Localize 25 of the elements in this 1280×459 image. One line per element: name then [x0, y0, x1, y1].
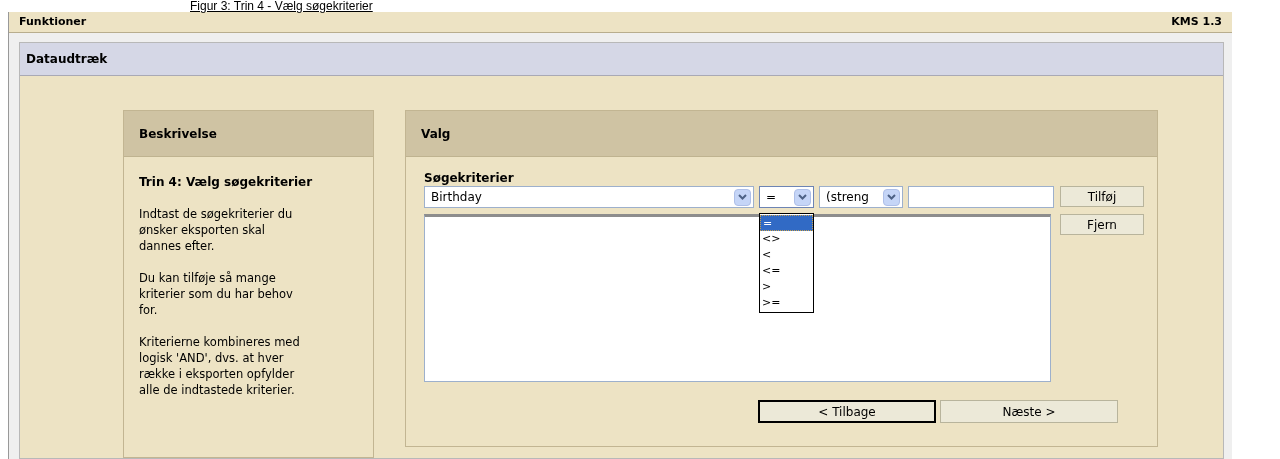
- dropdown-option[interactable]: =: [760, 215, 813, 231]
- navigation-button[interactable]: Næste >: [940, 400, 1118, 423]
- description-text: Du kan tilføje så mange kriterier som du har behov for.: [139, 270, 294, 318]
- add-button[interactable]: Tilføj: [1060, 186, 1144, 207]
- dropdown-option[interactable]: <=: [760, 263, 813, 279]
- section-header: Dataudtræk: [20, 43, 1223, 76]
- dropdown-option[interactable]: >: [760, 279, 813, 295]
- panel-header: Valg: [406, 111, 1157, 157]
- version-label: KMS 1.3: [1171, 13, 1222, 30]
- navigation-button[interactable]: < Tilbage: [758, 400, 936, 423]
- dropdown-option[interactable]: >=: [760, 295, 813, 311]
- dropdown-option[interactable]: <>: [760, 231, 813, 247]
- criteria-label: Søgekriterier: [424, 171, 515, 185]
- criteria-list[interactable]: [424, 214, 1051, 382]
- figure-caption: Figur 3: Trin 4 - Vælg søgekriterier: [190, 0, 373, 12]
- operator-select[interactable]: =: [759, 186, 814, 208]
- field-select[interactable]: Birthday: [424, 186, 754, 208]
- description-text: Kriterierne kombineres med logisk 'AND', dvs. at hver række i eksporten opfylder alle de indtastede kriterier.: [139, 334, 301, 398]
- description-text: Indtast de søgekriterier du ønsker eksporten skal dannes efter.: [139, 206, 294, 254]
- header-title: Funktioner: [19, 13, 87, 30]
- dropdown-option[interactable]: <: [760, 247, 813, 263]
- remove-button[interactable]: Fjern: [1060, 214, 1144, 235]
- value-input[interactable]: [908, 186, 1054, 208]
- type-select[interactable]: (streng: [819, 186, 903, 208]
- panel-header: Beskrivelse: [124, 111, 373, 157]
